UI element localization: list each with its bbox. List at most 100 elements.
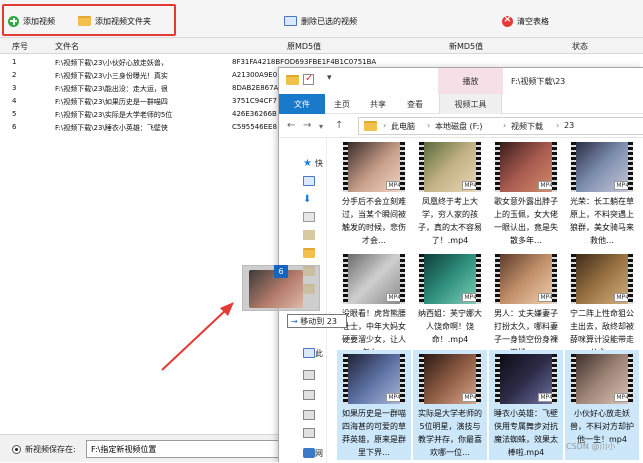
drag-count-badge: 6 <box>274 265 288 278</box>
add-video-label: 添加视频 <box>23 16 55 26</box>
drive-icon <box>303 428 315 438</box>
col-status: 状态 <box>572 42 588 51</box>
crumb-downloads[interactable]: 视频下载 <box>511 121 543 132</box>
video-file-tile[interactable]: MP4 纳西姐：芙宁娜大人饶命啊！饶命！.mp4 <box>413 250 487 360</box>
video-file-tile[interactable]: MP4 宁二阵上性命狙公主出去，敌终却被薛咪算计没能带走公主… <box>565 250 639 360</box>
tab-play[interactable]: 播放 <box>438 68 503 94</box>
save-location-radio[interactable] <box>12 445 21 454</box>
file-explorer-window: ▾ 播放 F:\视频下载\23 文件 主页 共享 查看 视频工具 ← → ▾ ↑… <box>278 67 643 463</box>
row-file: F:\视频下载\23\睡衣小英雄：飞壁侠 <box>55 124 168 132</box>
crumb-this-pc[interactable]: 此电脑 <box>391 121 415 132</box>
this-pc-icon <box>303 348 315 358</box>
tab-file[interactable]: 文件 <box>279 94 325 114</box>
row-no: 1 <box>12 58 17 66</box>
row-no: 2 <box>12 71 17 79</box>
row-no: 6 <box>12 123 17 131</box>
video-thumbnail: MP4 <box>343 142 405 192</box>
tile-caption: 凤凰终于考上大学，穷人家的孩子，真的太不容易了！.mp4 <box>418 197 482 245</box>
video-file-tile[interactable]: MP4 光荣：长工躺在草原上，不料突遇上狼群，美女骑马来救他… <box>565 138 639 248</box>
video-file-tile[interactable]: MP4 没眼看！虎背熊腰壮士，中年大妈女硬要溜少女，让人怎么… <box>337 250 411 360</box>
video-thumbnail: MP4 <box>571 254 633 304</box>
tab-video-tools[interactable]: 视频工具 <box>439 94 502 114</box>
image-icon <box>303 230 315 240</box>
nav-quick-access[interactable]: 快 <box>315 158 323 169</box>
up-icon[interactable]: ↑ <box>335 120 343 131</box>
drive-icon <box>303 410 315 420</box>
row-md5: 8F31FA4218BFOD693FBE1F4B1C0751BA <box>232 58 377 66</box>
video-file-tile[interactable]: MP4 睡衣小英雄：飞壁侠用专属舞步对抗魔法蜘蛛，效果太棒啦.mp4 <box>489 350 563 460</box>
video-file-tile[interactable]: MP4 分手后不会立刻难过，当某个瞬间被触发的时候，悲伤才会… <box>337 138 411 248</box>
video-thumbnail: MP4 <box>495 254 557 304</box>
video-thumbnail: MP4 <box>419 142 481 192</box>
row-file: F:\视频下载\23\小三身份曝光！真实 <box>55 72 168 80</box>
clear-table-button[interactable]: 清空表格 <box>502 13 549 29</box>
row-file: F:\视频下载\23\小伙好心放走妖兽， <box>55 59 168 67</box>
tile-caption: 分手后不会立刻难过，当某个瞬间被触发的时候，悲伤才会… <box>342 197 406 245</box>
row-file: F:\视频下载\23\实际是大学老师的5位 <box>55 111 173 119</box>
video-thumbnail: MP4 <box>495 142 557 192</box>
crumb-23[interactable]: 23 <box>564 121 574 130</box>
video-thumbnail: MP4 <box>571 354 633 404</box>
tab-view[interactable]: 查看 <box>407 94 423 114</box>
row-file: F:\视频下载\23\如果历史是一群喵四 <box>55 98 168 106</box>
video-thumbnail: MP4 <box>343 354 405 404</box>
path-field[interactable]: › 此电脑 › 本地磁盘 (F:) › 视频下载 › 23 <box>358 117 643 135</box>
video-thumbnail: MP4 <box>419 254 481 304</box>
forward-icon[interactable]: → <box>303 120 311 131</box>
add-folder-label: 添加视频文件夹 <box>95 16 151 26</box>
monitor-icon <box>284 16 297 26</box>
window-title: F:\视频下载\23 <box>511 77 566 86</box>
md5-modifier-window: 添加视频 添加视频文件夹 删除已选的视频 清空表格 序号 文件名 原MD5值 新… <box>0 0 643 463</box>
col-old-md5: 原MD5值 <box>287 42 322 51</box>
chevron-down-icon[interactable]: ▾ <box>319 122 323 131</box>
save-path-input[interactable] <box>86 440 284 458</box>
tab-home[interactable]: 主页 <box>334 94 350 114</box>
delete-selected-button[interactable]: 删除已选的视频 <box>284 13 357 29</box>
delete-selected-label: 删除已选的视频 <box>301 16 357 26</box>
add-video-button[interactable]: 添加视频 <box>8 13 55 29</box>
separator-icon: › <box>427 121 431 130</box>
separator-icon: › <box>383 121 387 130</box>
nav-network[interactable]: 网 <box>315 448 323 459</box>
folder-icon <box>303 248 315 258</box>
network-icon <box>303 448 315 458</box>
row-no: 5 <box>12 110 17 118</box>
add-folder-button[interactable]: 添加视频文件夹 <box>78 13 151 29</box>
move-tooltip-text: 移动到 23 <box>300 317 337 326</box>
tile-caption: 实际是大学老师的5位明星，演技与教学并存，你最喜欢哪一位… <box>418 409 482 457</box>
video-file-tile[interactable]: MP4 歌女意外露出脖子上的玉佩，女大佬一眼认出，竟是失散多年… <box>489 138 563 248</box>
star-icon: ★ <box>303 158 312 169</box>
back-icon[interactable]: ← <box>287 120 295 131</box>
nav-this-pc[interactable]: 此 <box>315 348 323 359</box>
dropdown-icon[interactable]: ▾ <box>327 73 332 83</box>
row-file: F:\视频下载\23\能出没：走大运，很 <box>55 85 168 93</box>
tile-caption: 光荣：长工躺在草原上，不料突遇上狼群，美女骑马来救他… <box>570 197 634 245</box>
add-icon <box>8 15 19 27</box>
col-file: 文件名 <box>55 42 79 51</box>
video-file-tile[interactable]: MP4 男人：丈夫嫌妻子打扮太久，哪料妻子一身锁空份身裸下楼，… <box>489 250 563 360</box>
separator-icon: › <box>556 121 560 130</box>
ribbon: 文件 主页 共享 查看 视频工具 <box>279 94 643 114</box>
properties-icon[interactable] <box>303 73 314 85</box>
desktop-icon <box>303 176 315 186</box>
video-thumbnail: MP4 <box>571 142 633 192</box>
document-icon <box>303 212 315 222</box>
video-thumbnail: MP4 <box>419 354 481 404</box>
video-file-tile[interactable]: MP4 实际是大学老师的5位明星，演技与教学并存，你最喜欢哪一位… <box>413 350 487 460</box>
row-no: 4 <box>12 97 17 105</box>
download-icon: ⬇ <box>303 194 312 205</box>
tile-caption: 歌女意外露出脖子上的玉佩，女大佬一眼认出，竟是失散多年… <box>494 197 558 245</box>
video-file-tile[interactable]: MP4 凤凰终于考上大学，穷人家的孩子，真的太不容易了！.mp4 <box>413 138 487 248</box>
file-grid: MP4 分手后不会立刻难过，当某个瞬间被触发的时候，悲伤才会… MP4 凤凰终于… <box>327 138 643 463</box>
move-tooltip: → 移动到 23 <box>287 314 347 328</box>
col-no: 序号 <box>12 42 28 51</box>
folder-icon <box>286 75 299 85</box>
address-bar: ← → ▾ ↑ › 此电脑 › 本地磁盘 (F:) › 视频下载 › 23 <box>279 114 643 138</box>
separator-icon: › <box>503 121 507 130</box>
crumb-drive[interactable]: 本地磁盘 (F:) <box>435 121 482 132</box>
save-location-label: 新视频保存在: <box>25 445 76 454</box>
tile-caption: 睡衣小英雄：飞壁侠用专属舞步对抗魔法蜘蛛，效果太棒啦.mp4 <box>494 409 558 457</box>
video-file-tile[interactable]: MP4 如果历史是一群喵四海甚的可爱的草莽英雄，原来是群里下界… <box>337 350 411 460</box>
toolbar: 添加视频 添加视频文件夹 删除已选的视频 清空表格 <box>0 0 643 38</box>
tab-share[interactable]: 共享 <box>370 94 386 114</box>
